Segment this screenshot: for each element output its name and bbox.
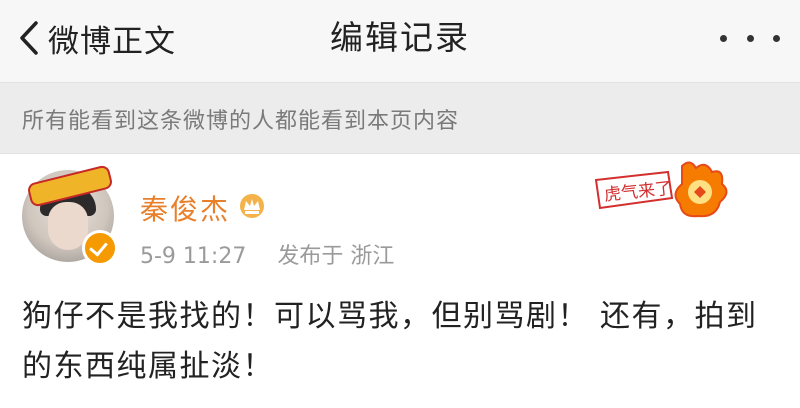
notice-text: 所有能看到这条微博的人都能看到本页内容 — [22, 109, 460, 134]
more-options-button[interactable] — [720, 24, 780, 52]
more-dots-icon — [746, 34, 754, 42]
chevron-left-icon — [20, 21, 38, 55]
post-text: 狗仔不是我找的！可以骂我，但别骂剧！ 还有，拍到的东西纯属扯淡！ — [22, 299, 758, 384]
top-nav-bar: 微博正文 编辑记录 — [0, 0, 800, 82]
member-crown-icon — [240, 194, 264, 218]
verified-badge-icon — [82, 230, 118, 266]
more-dots-icon — [773, 34, 780, 42]
author-name[interactable]: 秦俊杰 — [140, 188, 230, 228]
avatar[interactable] — [22, 164, 118, 266]
back-label: 微博正文 — [48, 23, 176, 60]
more-dots-icon — [720, 34, 727, 42]
visibility-notice: 所有能看到这条微博的人都能看到本页内容 — [0, 82, 800, 154]
tiger-sticker-decoration: 虎气来了 — [594, 161, 728, 218]
post-source: 发布于 浙江 — [277, 244, 395, 269]
post-meta: 5-9 11:27 发布于 浙江 — [140, 238, 418, 270]
post-time: 5-9 11:27 — [140, 244, 247, 269]
back-button[interactable]: 微博正文 — [18, 12, 176, 64]
